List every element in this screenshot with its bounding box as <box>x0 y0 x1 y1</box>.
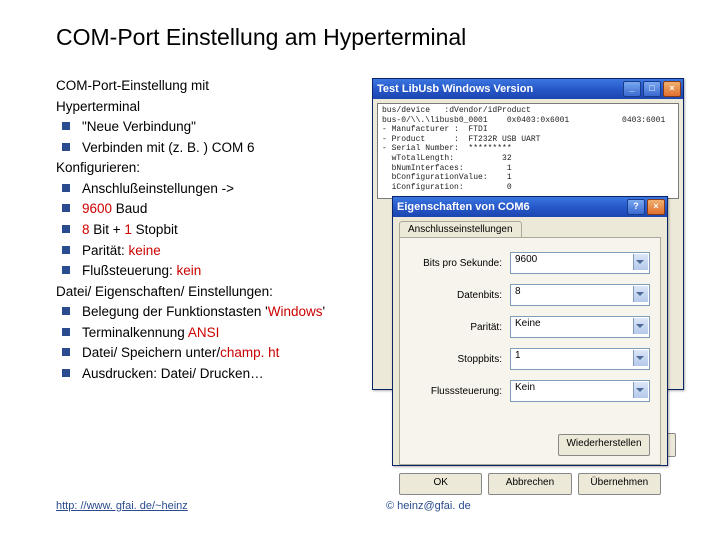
slide-title: COM-Port Einstellung am Hyperterminal <box>56 24 680 51</box>
ok-button[interactable]: OK <box>399 473 482 495</box>
minimize-button[interactable]: _ <box>623 81 641 97</box>
bullet-text: COM-Port-Einstellung mit Hyperterminal "… <box>56 75 356 384</box>
stopbits-select[interactable]: 1 <box>510 348 650 370</box>
flowcontrol-select[interactable]: Kein <box>510 380 650 402</box>
properties-dialog-title: Eigenschaften von COM6 <box>397 201 530 213</box>
databits-label: Datenbits: <box>410 290 510 301</box>
cancel-button[interactable]: Abbrechen <box>488 473 571 495</box>
close-button[interactable]: × <box>647 199 665 215</box>
tab-port-settings[interactable]: Anschlusseinstellungen <box>399 221 522 237</box>
properties-dialog: Eigenschaften von COM6 ? × Anschlusseins… <box>392 196 668 466</box>
restore-defaults-button[interactable]: Wiederherstellen <box>558 434 650 456</box>
stopbits-label: Stoppbits: <box>410 354 510 365</box>
footer-copyright: © heinz@gfai. de <box>386 500 471 512</box>
parity-label: Parität: <box>410 322 510 333</box>
close-button[interactable]: × <box>663 81 681 97</box>
baud-label: Bits pro Sekunde: <box>410 258 510 269</box>
flowcontrol-label: Flusssteuerung: <box>410 386 510 397</box>
databits-select[interactable]: 8 <box>510 284 650 306</box>
apply-button[interactable]: Übernehmen <box>578 473 661 495</box>
footer-url[interactable]: http: //www. gfai. de/~heinz <box>56 500 188 512</box>
parity-select[interactable]: Keine <box>510 316 650 338</box>
baud-select[interactable]: 9600 <box>510 252 650 274</box>
terminal-window-title: Test LibUsb Windows Version <box>377 83 533 95</box>
terminal-output: bus/device :dVendor/idProduct bus-0/\\.\… <box>377 103 679 199</box>
help-button[interactable]: ? <box>627 199 645 215</box>
maximize-button[interactable]: □ <box>643 81 661 97</box>
